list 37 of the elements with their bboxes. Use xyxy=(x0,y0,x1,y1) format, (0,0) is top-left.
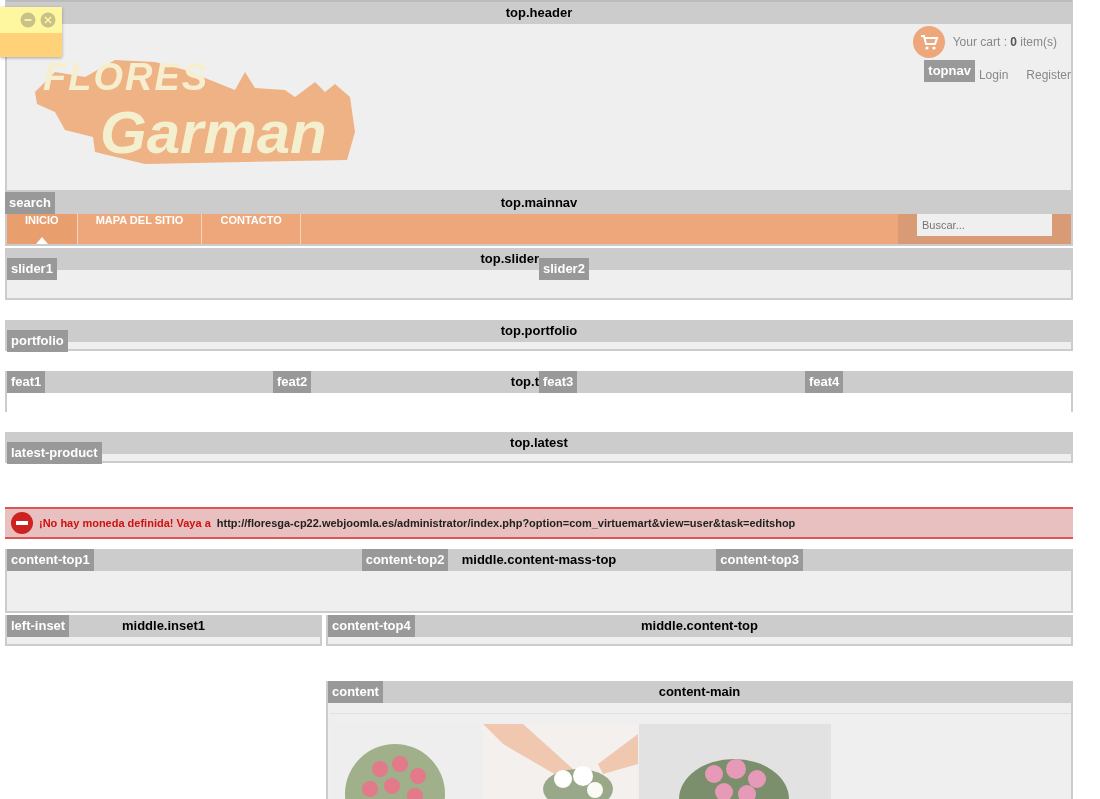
position-title: top.portfolio xyxy=(500,322,578,340)
position-label: feat1 xyxy=(7,371,46,393)
close-icon[interactable] xyxy=(40,12,56,28)
position-label: slider2 xyxy=(539,258,589,280)
error-icon xyxy=(11,512,33,534)
cart-summary: Your cart : 0 item(s) xyxy=(952,35,1057,49)
position-title: middle.inset1 xyxy=(121,617,206,635)
minimize-icon[interactable] xyxy=(20,12,36,28)
position-title: top.latest xyxy=(510,434,568,452)
position-label: feat2 xyxy=(273,371,312,393)
cart-icon[interactable] xyxy=(912,26,945,58)
position-title: top.mainnav xyxy=(500,194,578,212)
nav-link[interactable]: Register xyxy=(1026,68,1071,82)
position-label: content-top3 xyxy=(716,549,804,571)
position-title: top.header xyxy=(505,4,573,22)
position-label: feat4 xyxy=(805,371,844,393)
position-label: topnav xyxy=(924,60,975,82)
position-label: portfolio xyxy=(7,330,68,352)
position-title: top.t xyxy=(510,373,539,391)
position-label: content-top2 xyxy=(361,549,449,571)
menu-tab[interactable]: INICIO xyxy=(7,214,77,244)
position-label: slider1 xyxy=(7,258,57,280)
search-field[interactable]: Buscar... xyxy=(917,214,1052,236)
position-title: content-main xyxy=(658,683,741,701)
position-label: latest-product xyxy=(7,442,102,464)
admin-link[interactable]: http://floresga-cp22.webjoomla.es/administrator/index.php?option=com_virtuemart&view=user&task=editshop xyxy=(216,517,796,529)
position-title: middle.content-top xyxy=(641,617,758,635)
position-title: middle.content-mass-top xyxy=(461,551,617,569)
nav-link[interactable]: Login xyxy=(978,68,1009,82)
position-label: content-top4 xyxy=(328,615,415,637)
position-title: top.slider xyxy=(480,250,539,268)
position-label: left-inset xyxy=(7,615,70,637)
position-label: feat3 xyxy=(539,371,578,393)
position-label: content-top1 xyxy=(7,549,94,571)
error-message: ¡No hay moneda definida! Vaya a xyxy=(39,517,211,529)
position-label: content xyxy=(328,681,383,703)
position-label: search xyxy=(5,192,55,214)
